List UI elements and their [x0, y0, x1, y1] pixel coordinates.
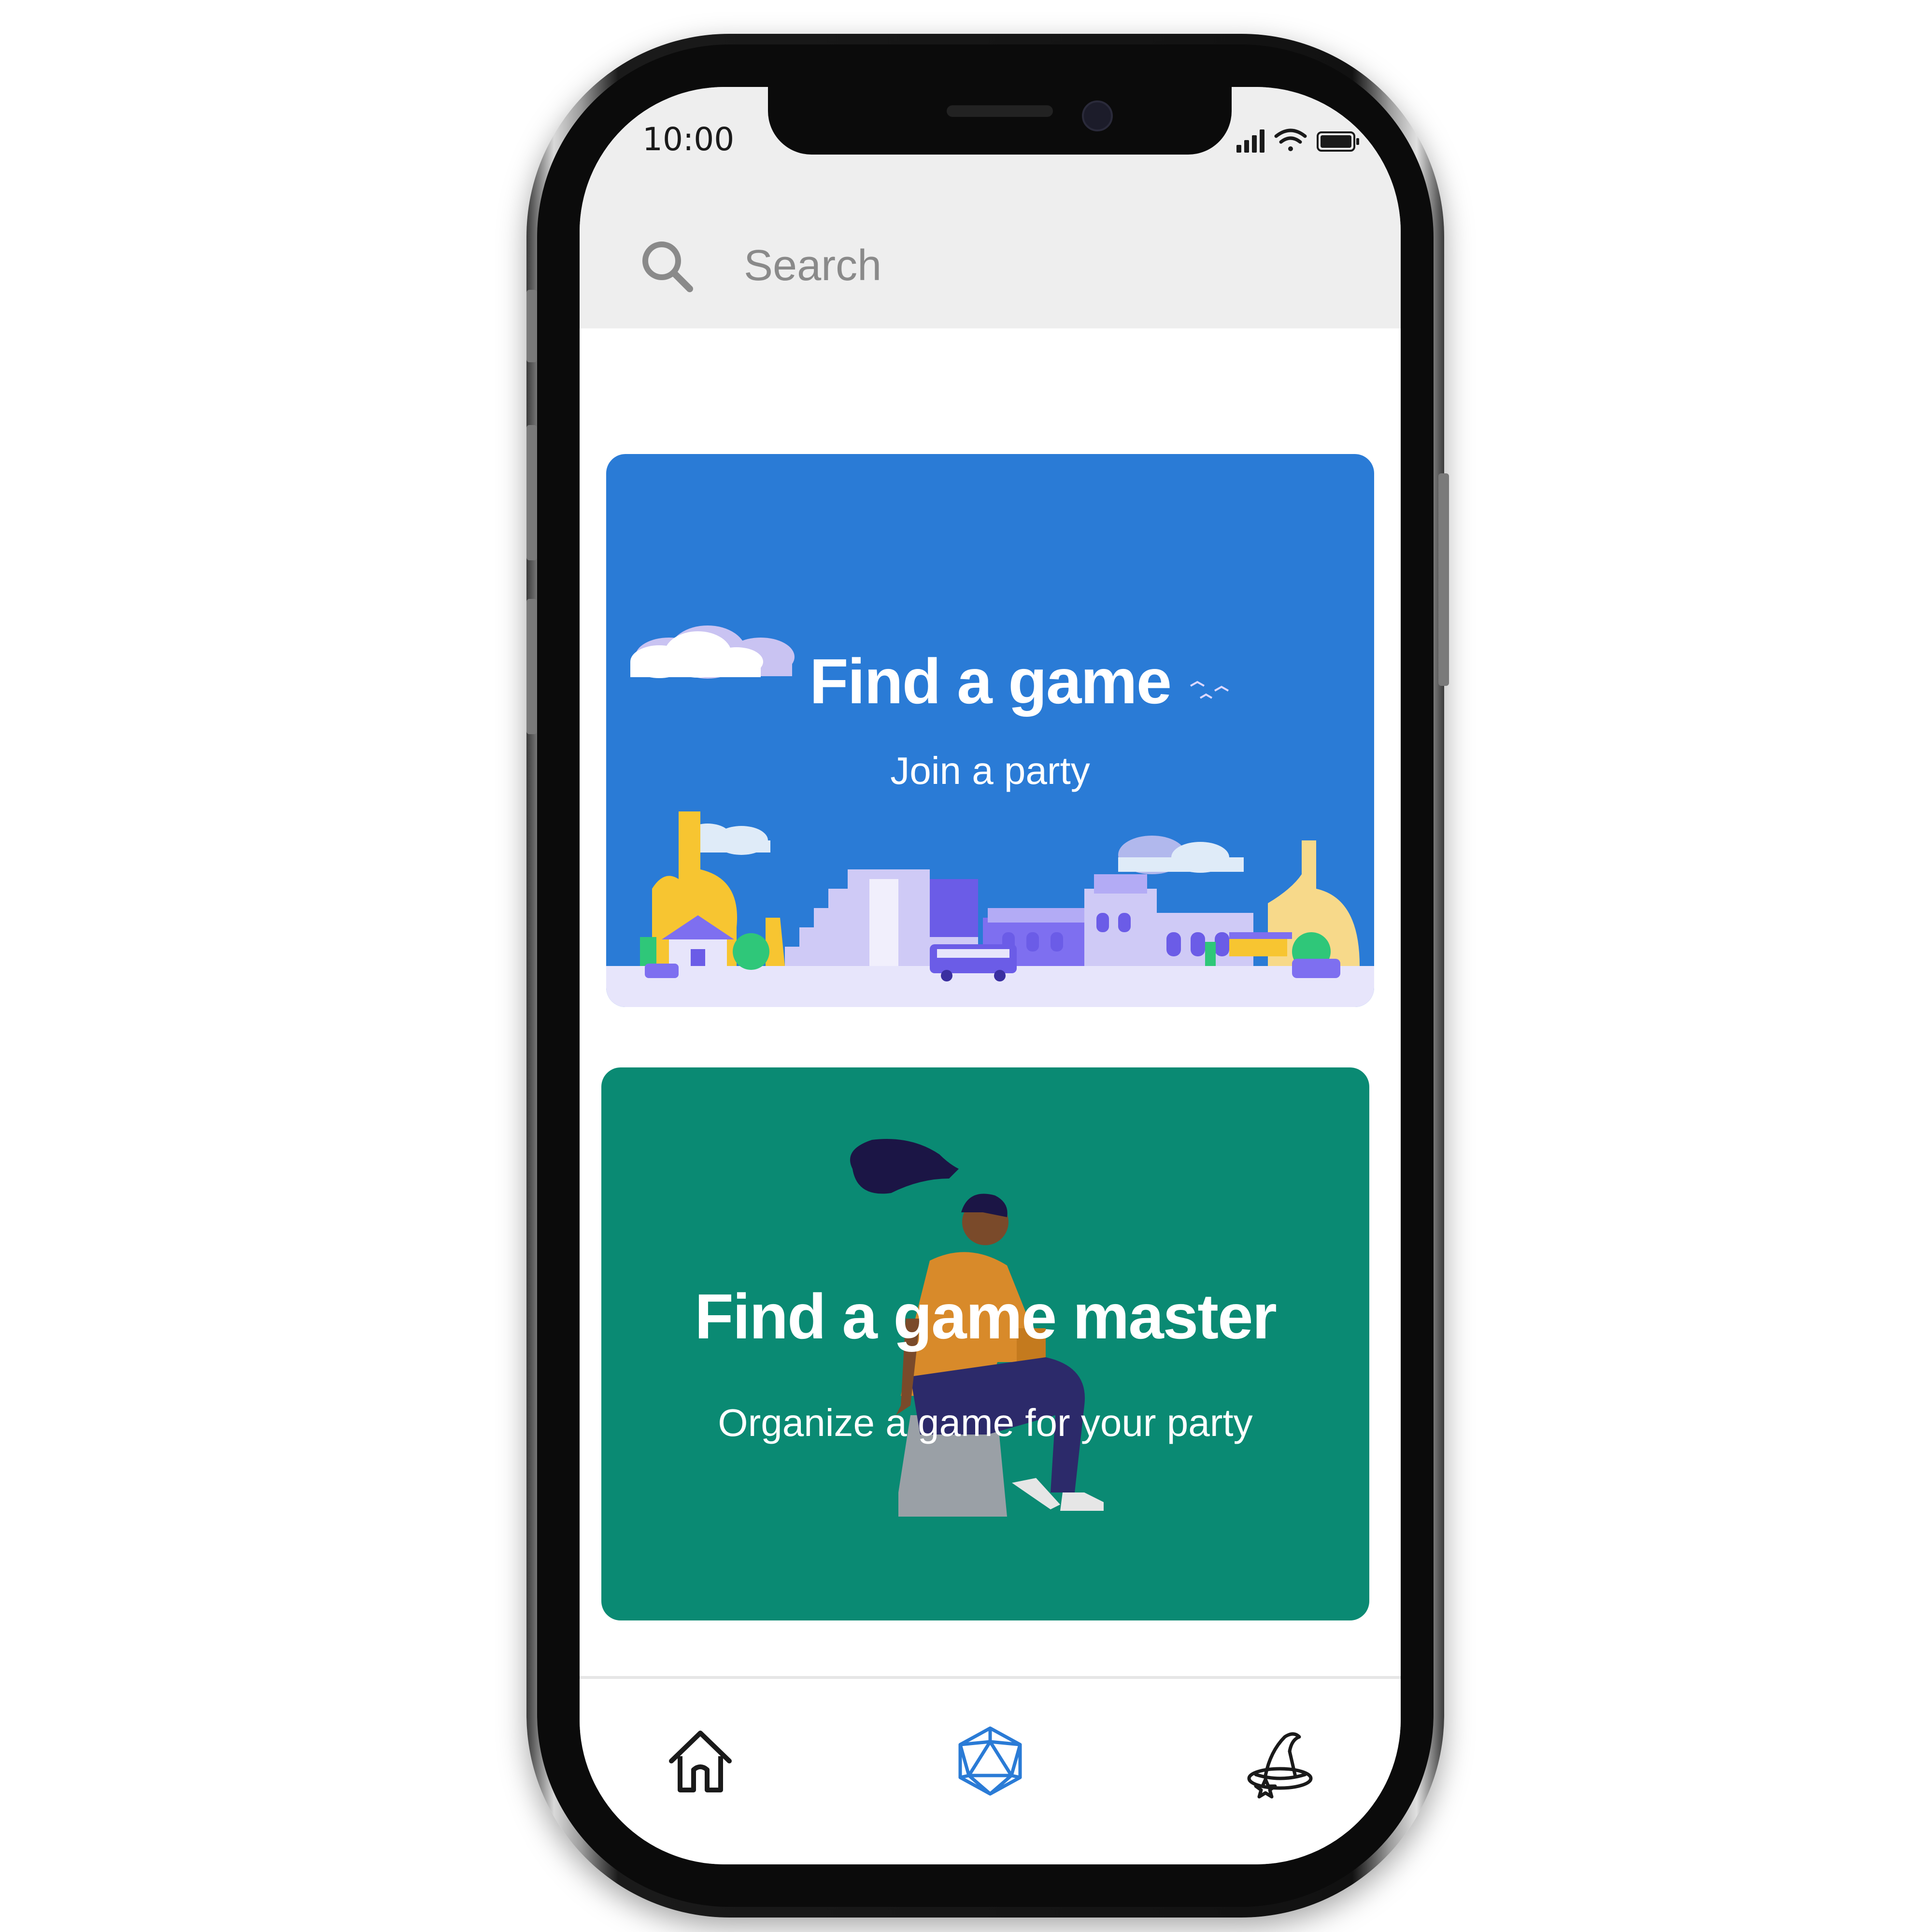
wizard-hat-icon [1247, 1732, 1313, 1799]
search-icon[interactable] [638, 237, 696, 295]
find-game-subtitle: Join a party [890, 749, 1090, 792]
phone-silent-switch [526, 290, 537, 362]
status-icons [1236, 128, 1359, 153]
find-game-master-subtitle: Organize a game for your party [718, 1401, 1253, 1444]
find-game-master-card[interactable]: Find a game master Organize a game for y… [601, 1067, 1369, 1620]
tab-games[interactable] [952, 1722, 1029, 1800]
status-clock: 10:00 [642, 121, 735, 158]
find-game-card[interactable]: Find a game Join a party [606, 454, 1374, 1007]
find-game-title: Find a game [809, 646, 1172, 717]
front-camera [1082, 100, 1113, 131]
d20-dice-icon [958, 1726, 1022, 1796]
phone-power-button [1438, 473, 1449, 686]
cellular-signal-icon [1236, 129, 1264, 153]
bottom-tab-bar [580, 1676, 1401, 1864]
tab-home[interactable] [662, 1722, 739, 1800]
phone-notch [768, 87, 1232, 155]
find-game-master-title: Find a game master [695, 1281, 1277, 1352]
tab-game-master[interactable] [1241, 1722, 1319, 1800]
phone-volume-down [526, 599, 537, 734]
wifi-icon [1274, 128, 1307, 151]
app-screen: 10:00 Search Find a game Join a party Fi… [580, 87, 1401, 1864]
city-skyline-illustration [606, 625, 1374, 1007]
speaker-grille [947, 105, 1053, 117]
home-icon [669, 1731, 732, 1792]
battery-icon [1317, 131, 1359, 152]
search-input[interactable] [744, 242, 1323, 290]
phone-volume-up [526, 425, 537, 560]
